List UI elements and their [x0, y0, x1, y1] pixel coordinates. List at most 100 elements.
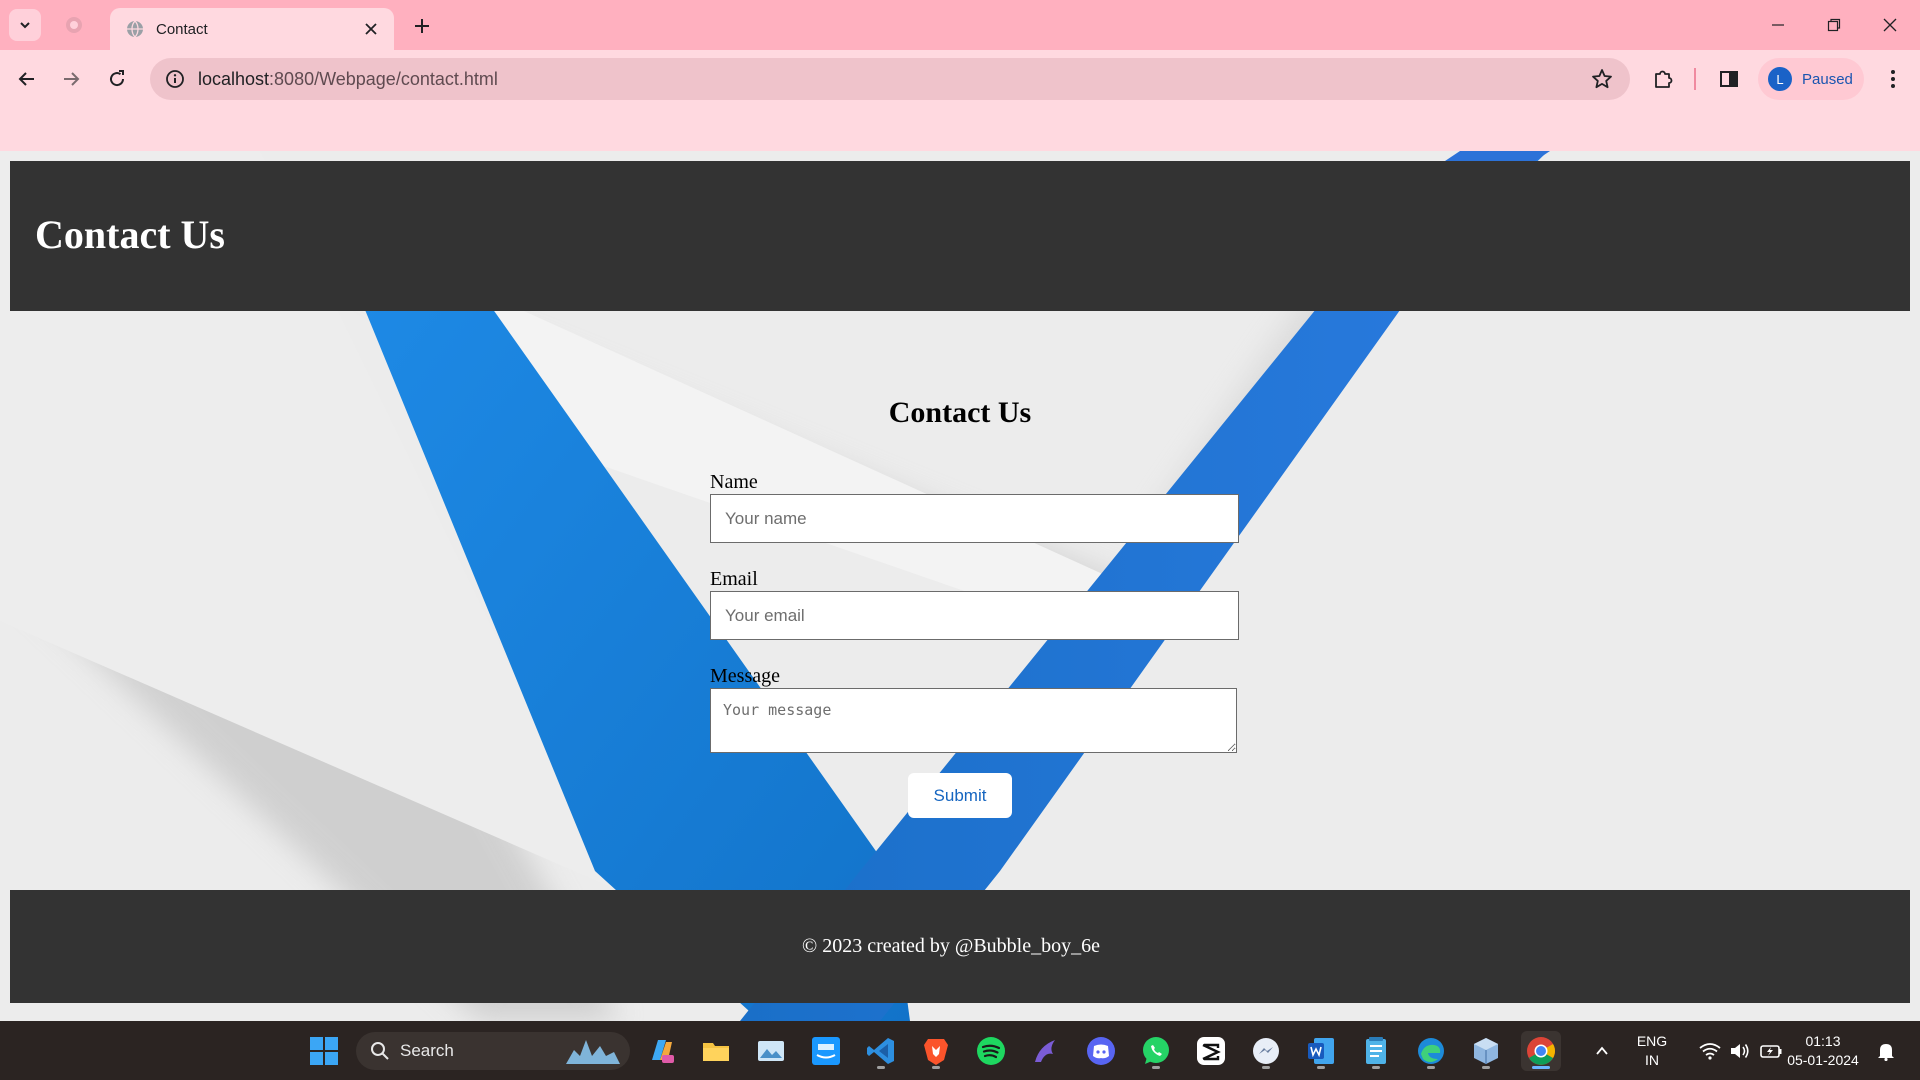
taskbar-edge[interactable] — [1411, 1031, 1451, 1071]
submit-button[interactable]: Submit — [908, 773, 1012, 818]
input-language[interactable]: ENG IN — [1628, 1032, 1676, 1070]
taskbar-photos[interactable] — [751, 1031, 791, 1071]
bookmark-star-icon[interactable] — [1588, 65, 1616, 93]
close-icon — [1883, 18, 1897, 32]
globe-icon — [126, 20, 144, 38]
address-bar[interactable]: localhost:8080/Webpage/contact.html — [150, 58, 1630, 100]
minimize-icon — [1772, 24, 1784, 26]
cube-icon — [1474, 1038, 1498, 1064]
taskbar-brave[interactable] — [916, 1031, 956, 1071]
clock-date: 05-01-2024 — [1787, 1052, 1859, 1068]
edge-icon — [1418, 1038, 1444, 1064]
chevron-down-icon — [20, 22, 30, 29]
email-input[interactable] — [710, 591, 1239, 640]
spotify-icon — [977, 1037, 1005, 1065]
message-textarea[interactable] — [710, 688, 1237, 753]
taskbar-prime-video[interactable] — [806, 1031, 846, 1071]
reload-icon — [110, 70, 125, 87]
side-panel-button[interactable] — [1712, 62, 1746, 96]
restore-icon — [1827, 18, 1841, 32]
discord-icon — [1087, 1037, 1115, 1065]
running-indicator — [877, 1066, 885, 1069]
close-tab-icon[interactable] — [360, 18, 382, 40]
globe-icon — [66, 17, 82, 33]
running-indicator — [1427, 1066, 1435, 1069]
name-label: Name — [710, 471, 758, 493]
taskbar-capcut[interactable] — [1191, 1031, 1231, 1071]
sync-status: Paused — [1802, 70, 1853, 88]
taskbar-copilot[interactable] — [641, 1031, 681, 1071]
page-footer: © 2023 created by @Bubble_boy_6e — [10, 890, 1910, 1003]
minimize-button[interactable] — [1750, 0, 1806, 50]
taskbar-chrome[interactable] — [1521, 1031, 1561, 1071]
chrome-icon — [1527, 1037, 1555, 1065]
back-button[interactable] — [8, 60, 46, 98]
running-indicator — [1152, 1066, 1160, 1069]
close-window-button[interactable] — [1862, 0, 1918, 50]
new-tab-button[interactable] — [408, 12, 436, 40]
clock[interactable]: 01:13 05-01-2024 — [1778, 1032, 1868, 1070]
copilot-icon — [652, 1040, 674, 1063]
photos-icon — [758, 1041, 784, 1061]
folder-icon — [703, 1043, 729, 1061]
start-button[interactable] — [304, 1031, 344, 1071]
side-panel-icon — [1720, 71, 1738, 87]
notepad-icon — [1366, 1037, 1386, 1064]
tab-strip: Contact — [0, 0, 1920, 50]
page-header: Contact Us — [10, 161, 1910, 311]
taskbar-file-explorer[interactable] — [696, 1031, 736, 1071]
tab-title: Contact — [156, 20, 208, 38]
tray-overflow-button[interactable] — [1582, 1031, 1622, 1071]
forward-button[interactable] — [52, 60, 90, 98]
puzzle-icon — [1655, 70, 1673, 88]
brave-lion-icon — [924, 1039, 948, 1065]
browser-menu-button[interactable] — [1876, 62, 1910, 96]
reload-button[interactable] — [98, 60, 136, 98]
taskbar-whatsapp[interactable] — [1136, 1031, 1176, 1071]
wifi-icon — [1699, 1043, 1721, 1060]
taskbar-virtualbox[interactable] — [1466, 1031, 1506, 1071]
search-highlight-icon — [566, 1040, 620, 1064]
name-input[interactable] — [710, 494, 1239, 543]
extensions-button[interactable] — [1646, 62, 1680, 96]
message-label: Message — [710, 665, 780, 687]
whatsapp-icon — [1143, 1037, 1169, 1064]
running-indicator — [932, 1066, 940, 1069]
chevron-up-icon — [1596, 1046, 1608, 1055]
running-indicator — [1262, 1066, 1270, 1069]
tab-search-button[interactable] — [9, 9, 41, 41]
vscode-icon — [867, 1038, 894, 1064]
taskbar-vscode[interactable] — [861, 1031, 901, 1071]
url-text[interactable]: localhost:8080/Webpage/contact.html — [198, 69, 1588, 90]
arrow-right-icon — [64, 72, 80, 86]
tab-contact[interactable]: Contact — [110, 8, 394, 50]
windows-logo-icon — [310, 1037, 338, 1065]
prime-video-icon — [812, 1037, 840, 1065]
dolphin-icon — [1035, 1040, 1055, 1062]
running-indicator — [1317, 1066, 1325, 1069]
search-icon — [371, 1042, 389, 1060]
form-title: Contact Us — [888, 396, 1032, 429]
active-indicator — [1532, 1066, 1550, 1069]
kebab-menu-icon — [1891, 70, 1895, 88]
taskbar-discord[interactable] — [1081, 1031, 1121, 1071]
taskbar-word[interactable] — [1301, 1031, 1341, 1071]
pinned-tab[interactable] — [58, 9, 90, 41]
bell-icon — [1878, 1044, 1894, 1061]
notifications-button[interactable] — [1866, 1031, 1906, 1071]
messenger-icon — [1253, 1038, 1279, 1064]
taskbar-spotify[interactable] — [971, 1031, 1011, 1071]
site-info-icon[interactable] — [162, 66, 188, 92]
profile-button[interactable]: L Paused — [1758, 58, 1864, 100]
taskbar-messenger[interactable] — [1246, 1031, 1286, 1071]
running-indicator — [1482, 1066, 1490, 1069]
taskbar-search[interactable]: Search — [356, 1032, 630, 1070]
footer-copyright: © 2023 created by @Bubble_boy_6e — [802, 935, 1100, 957]
taskbar-stremio[interactable] — [1026, 1031, 1066, 1071]
taskbar-notepad[interactable] — [1356, 1031, 1396, 1071]
volume-icon — [1731, 1044, 1749, 1058]
toolbar-divider — [1694, 68, 1696, 90]
word-icon — [1308, 1038, 1334, 1064]
restore-button[interactable] — [1806, 0, 1862, 50]
browser-toolbar: localhost:8080/Webpage/contact.html L Pa… — [0, 50, 1920, 158]
